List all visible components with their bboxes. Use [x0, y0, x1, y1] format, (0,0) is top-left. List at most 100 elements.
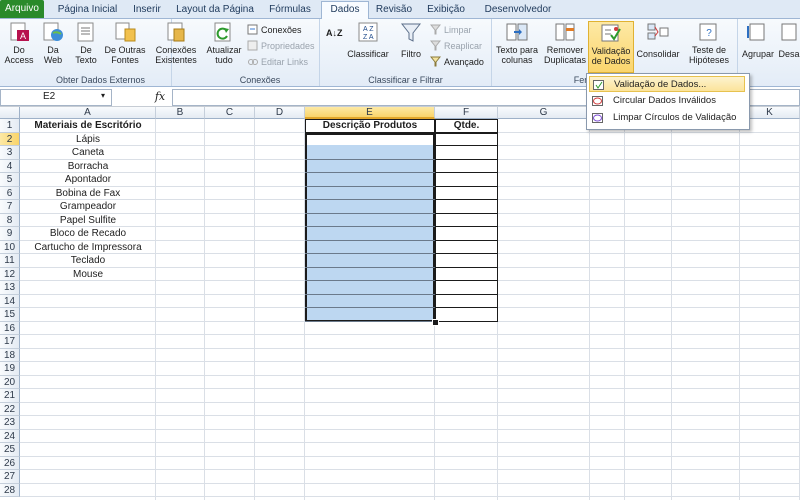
row-header-2[interactable]: 2 — [0, 132, 20, 146]
tab-dados[interactable]: Dados — [321, 1, 369, 19]
row-header-12[interactable]: 12 — [0, 267, 20, 281]
row-header-19[interactable]: 19 — [0, 362, 20, 376]
cell-f1[interactable]: Qtde. — [435, 119, 498, 133]
desagrupar-button[interactable]: Desa — [778, 21, 800, 59]
cell-a5[interactable]: Apontador — [20, 173, 156, 186]
insert-function-icon[interactable]: fx — [150, 89, 170, 104]
cell-a4[interactable]: Borracha — [20, 160, 156, 173]
row-header-4[interactable]: 4 — [0, 159, 20, 173]
name-box[interactable]: E2 ▾ — [0, 89, 112, 106]
sort-icon: A ZZ A — [356, 21, 380, 43]
de-texto-button[interactable]: De Texto — [70, 21, 102, 65]
row-header-8[interactable]: 8 — [0, 213, 20, 227]
row-header-11[interactable]: 11 — [0, 254, 20, 268]
row-header-17[interactable]: 17 — [0, 335, 20, 349]
row-header-21[interactable]: 21 — [0, 389, 20, 403]
cell-a2[interactable]: Lápis — [20, 133, 156, 146]
tab-layout-pagina[interactable]: Layout da Página — [172, 2, 258, 18]
gridline — [20, 374, 800, 376]
column-header-g[interactable]: G — [498, 107, 590, 119]
cell-a3[interactable]: Caneta — [20, 146, 156, 159]
propriedades-button[interactable]: Propriedades — [247, 39, 315, 53]
tab-inserir[interactable]: Inserir — [127, 2, 167, 18]
column-header-f[interactable]: F — [435, 107, 498, 119]
svg-text:?: ? — [706, 28, 712, 39]
row-header-20[interactable]: 20 — [0, 375, 20, 389]
texto-para-colunas-button[interactable]: Texto para colunas — [494, 21, 540, 65]
do-access-button[interactable]: A Do Access — [2, 21, 36, 65]
gridline — [435, 199, 498, 200]
chevron-down-icon[interactable]: ▾ — [101, 91, 105, 100]
tab-pagina-inicial[interactable]: Página Inicial — [50, 2, 125, 18]
row-header-15[interactable]: 15 — [0, 308, 20, 322]
atualizar-tudo-button[interactable]: Atualizar tudo — [205, 21, 243, 65]
cell-a7[interactable]: Grampeador — [20, 200, 156, 213]
teste-de-hipoteses-button[interactable]: ? Teste de Hipóteses — [684, 21, 734, 65]
cell-a6[interactable]: Bobina de Fax — [20, 187, 156, 200]
da-web-button[interactable]: Da Web — [38, 21, 68, 65]
row-header-6[interactable]: 6 — [0, 186, 20, 200]
fill-handle[interactable] — [432, 318, 439, 326]
column-header-c[interactable]: C — [205, 107, 255, 119]
row-header-9[interactable]: 9 — [0, 227, 20, 241]
row-header-26[interactable]: 26 — [0, 456, 20, 470]
row-header-13[interactable]: 13 — [0, 281, 20, 295]
cell-a9[interactable]: Bloco de Recado — [20, 227, 156, 240]
menu-limpar-circulos[interactable]: Limpar Círculos de Validação — [589, 110, 745, 126]
row-header-25[interactable]: 25 — [0, 443, 20, 457]
row-header-14[interactable]: 14 — [0, 294, 20, 308]
filtro-button[interactable]: Filtro — [396, 21, 426, 59]
reaplicar-button[interactable]: Reaplicar — [429, 39, 482, 53]
conexoes-button[interactable]: Conexões — [247, 23, 302, 37]
row-header-28[interactable]: 28 — [0, 483, 20, 497]
row-header-7[interactable]: 7 — [0, 200, 20, 214]
cell-a12[interactable]: Mouse — [20, 268, 156, 281]
de-outras-fontes-button[interactable]: De Outras Fontes — [103, 21, 147, 65]
tab-desenvolvedor[interactable]: Desenvolvedor — [478, 2, 558, 18]
row-header-27[interactable]: 27 — [0, 470, 20, 484]
remover-duplicatas-button[interactable]: Remover Duplicatas — [542, 21, 588, 65]
cell-a10[interactable]: Cartucho de Impressora — [20, 241, 156, 254]
connections-icon — [247, 24, 258, 35]
cell-e1[interactable]: Descrição Produtos — [305, 119, 435, 133]
conexoes-existentes-button[interactable]: Conexões Existentes — [152, 21, 200, 65]
menu-circular-dados-invalidos[interactable]: Circular Dados Inválidos — [589, 93, 745, 109]
column-header-b[interactable]: B — [156, 107, 205, 119]
cell-a1[interactable]: Materiais de Escritório — [20, 119, 156, 132]
row-header-18[interactable]: 18 — [0, 348, 20, 362]
menu-validacao-de-dados[interactable]: Validação de Dados... — [589, 76, 745, 92]
row-header-1[interactable]: 1 — [0, 119, 20, 133]
row-header-5[interactable]: 5 — [0, 173, 20, 187]
limpar-button[interactable]: Limpar — [429, 23, 472, 37]
tab-arquivo[interactable]: Arquivo — [0, 0, 44, 18]
column-header-d[interactable]: D — [255, 107, 305, 119]
row-header-10[interactable]: 10 — [0, 240, 20, 254]
group-label-conexoes: Conexões — [239, 75, 281, 85]
editar-links-button[interactable]: Editar Links — [247, 55, 308, 69]
consolidar-button[interactable]: Consolidar — [635, 21, 681, 59]
gridline — [435, 145, 498, 146]
row-header-16[interactable]: 16 — [0, 321, 20, 335]
sort-az-button[interactable]: A↓Z — [326, 26, 343, 40]
avancado-button[interactable]: Avançado — [429, 55, 484, 69]
gridline — [305, 239, 435, 241]
column-header-e[interactable]: E — [305, 107, 435, 119]
validacao-de-dados-button[interactable]: Validação de Dados — [588, 21, 634, 73]
row-header-24[interactable]: 24 — [0, 429, 20, 443]
select-all-corner[interactable] — [0, 107, 20, 119]
active-cell-e2[interactable] — [307, 134, 433, 145]
row-header-3[interactable]: 3 — [0, 146, 20, 160]
row-header-23[interactable]: 23 — [0, 416, 20, 430]
agrupar-button[interactable]: Agrupar — [740, 21, 776, 59]
tab-revisao[interactable]: Revisão — [371, 2, 417, 18]
gridline — [20, 388, 800, 389]
what-if-icon: ? — [697, 21, 721, 43]
column-header-a[interactable]: A — [20, 107, 156, 119]
classificar-button[interactable]: A ZZ A Classificar — [346, 21, 390, 59]
gridline — [20, 361, 800, 362]
cell-a11[interactable]: Teclado — [20, 254, 156, 267]
tab-exibicao[interactable]: Exibição — [421, 2, 471, 18]
tab-formulas[interactable]: Fórmulas — [264, 2, 316, 18]
row-header-22[interactable]: 22 — [0, 402, 20, 416]
cell-a8[interactable]: Papel Sulfite — [20, 214, 156, 227]
